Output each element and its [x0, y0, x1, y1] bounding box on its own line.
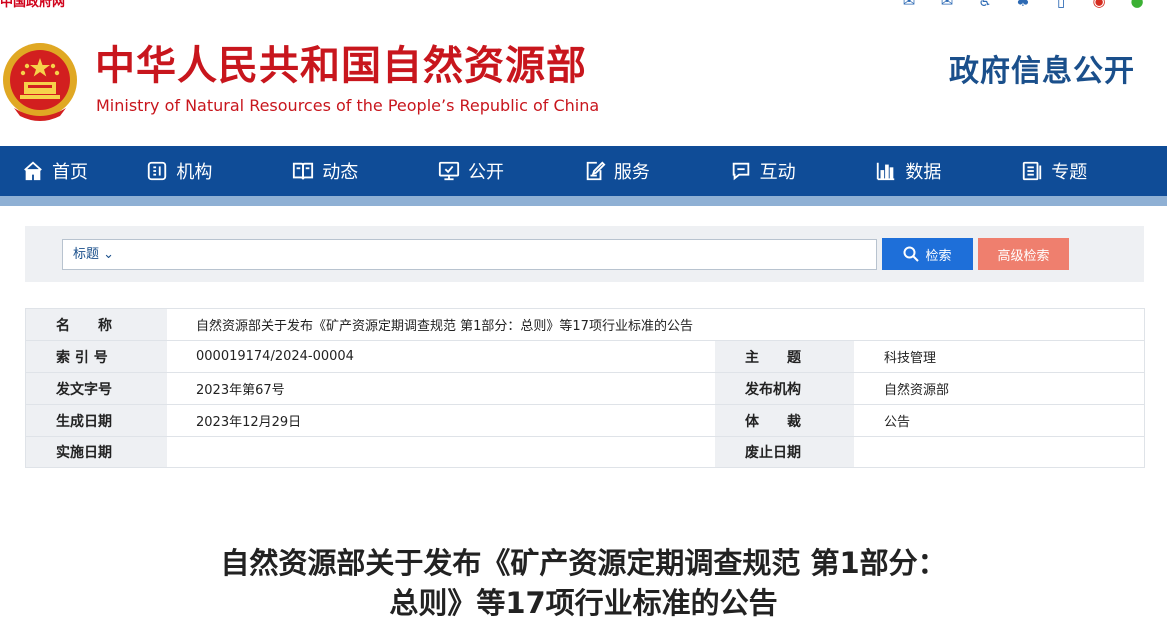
- info-row-index: 索 引 号 000019174/2024-00004 主 题 科技管理: [26, 341, 1144, 373]
- search-button-label: 检索: [925, 247, 952, 263]
- top-strip: 中国政府网 ✉ ✉ ♿ ♣ ▯ ◉ ●: [0, 0, 1167, 14]
- nav-item-news[interactable]: 动态: [292, 146, 438, 196]
- search-box: 标题 ⌄: [62, 239, 877, 270]
- nav-item-label: 互动: [759, 162, 796, 183]
- nav-item-label: 专题: [1051, 162, 1088, 183]
- nav-item-label: 首页: [52, 162, 88, 183]
- nav-item-interact[interactable]: 互动: [730, 146, 876, 196]
- search-button[interactable]: 检索: [882, 238, 973, 270]
- article-title-line: 自然资源部关于发布《矿产资源定期调查规范 第1部分：: [220, 546, 947, 580]
- nav-divider-strip: [0, 196, 1167, 206]
- ministry-title-cn: 中华人民共和国自然资源部: [95, 43, 587, 89]
- info-label: 生成日期: [26, 405, 167, 436]
- info-label: 发文字号: [26, 373, 167, 404]
- info-value: 科技管理: [884, 351, 937, 366]
- info-label: 实施日期: [26, 437, 167, 467]
- nav-item-home[interactable]: 首页: [0, 146, 146, 196]
- topic-icon: [1023, 161, 1042, 181]
- nav-item-label: 动态: [322, 162, 359, 183]
- home-icon: [24, 161, 42, 181]
- edit-icon: [586, 161, 606, 181]
- org-icon: [148, 161, 167, 181]
- mail-icon[interactable]: ✉: [897, 0, 921, 10]
- weibo-icon[interactable]: ◉: [1087, 0, 1111, 10]
- tree-icon[interactable]: ♣: [1011, 0, 1035, 10]
- info-value: 2023年12月29日: [196, 415, 302, 430]
- nav-item-data[interactable]: 数据: [875, 146, 1021, 196]
- chevron-down-icon: ⌄: [103, 247, 115, 262]
- chat-icon: [732, 162, 749, 181]
- nav-item-label: 机构: [176, 162, 213, 183]
- info-label: 索 引 号: [26, 341, 167, 372]
- info-label: 发布机构: [715, 373, 854, 404]
- monitor-icon: [438, 161, 460, 181]
- info-row-effective: 实施日期 废止日期: [26, 437, 1144, 467]
- nav-item-label: 公开: [468, 162, 505, 183]
- info-label: 主 题: [715, 341, 854, 372]
- ministry-title-en: Ministry of Natural Resources of the Peo…: [96, 96, 600, 115]
- mobile-icon[interactable]: ▯: [1049, 0, 1073, 10]
- search-input[interactable]: [123, 242, 863, 267]
- nav-item-service[interactable]: 服务: [584, 146, 730, 196]
- book-icon: [293, 162, 314, 180]
- nav-item-org[interactable]: 机构: [146, 146, 292, 196]
- nav-item-topic[interactable]: 专题: [1021, 146, 1167, 196]
- advanced-search-button[interactable]: 高级检索: [978, 238, 1069, 270]
- info-label: 废止日期: [715, 437, 854, 467]
- info-value: [167, 437, 715, 467]
- main-nav: 首页 机构 动态 公开 服务 互动 数据 专题: [0, 146, 1167, 196]
- info-label: 体 裁: [715, 405, 854, 436]
- search-field-select-label: 标题: [73, 247, 100, 262]
- wechat-icon[interactable]: ●: [1125, 0, 1149, 10]
- document-info-table: 名 称 自然资源部关于发布《矿产资源定期调查规范 第1部分：总则》等17项行业标…: [25, 308, 1145, 468]
- info-row-date: 生成日期 2023年12月29日 体 裁 公告: [26, 405, 1144, 437]
- info-value: 2023年第67号: [196, 383, 285, 398]
- info-row-name: 名 称 自然资源部关于发布《矿产资源定期调查规范 第1部分：总则》等17项行业标…: [26, 309, 1144, 341]
- gov-portal-link[interactable]: 中国政府网: [0, 0, 65, 11]
- info-value: 自然资源部: [884, 383, 950, 398]
- mail-alt-icon[interactable]: ✉: [935, 0, 959, 10]
- bar-chart-icon: [877, 162, 895, 181]
- info-value: 000019174/2024-00004: [196, 349, 354, 364]
- section-title: 政府信息公开: [949, 54, 1135, 89]
- info-row-docno: 发文字号 2023年第67号 发布机构 自然资源部: [26, 373, 1144, 405]
- article-title: 自然资源部关于发布《矿产资源定期调查规范 第1部分： 总则》等17项行业标准的公…: [0, 543, 1167, 623]
- info-value: 公告: [884, 415, 911, 430]
- top-icon-bar: ✉ ✉ ♿ ♣ ▯ ◉ ●: [897, 0, 1149, 10]
- accessibility-icon[interactable]: ♿: [973, 0, 997, 10]
- info-label: 名 称: [26, 309, 167, 340]
- nav-item-label: 数据: [905, 162, 942, 183]
- article-title-line: 总则》等17项行业标准的公告: [389, 586, 778, 620]
- nav-item-public[interactable]: 公开: [438, 146, 584, 196]
- info-value: 自然资源部关于发布《矿产资源定期调查规范 第1部分：总则》等17项行业标准的公告: [196, 319, 693, 334]
- search-field-select[interactable]: 标题 ⌄: [73, 246, 114, 264]
- search-panel: 标题 ⌄ 检索 高级检索: [25, 226, 1144, 282]
- national-emblem-icon[interactable]: [0, 38, 80, 124]
- info-value: [854, 437, 1144, 467]
- nav-item-label: 服务: [613, 162, 650, 183]
- search-icon: [903, 246, 920, 262]
- site-header: 中华人民共和国自然资源部 Ministry of Natural Resourc…: [0, 14, 1167, 146]
